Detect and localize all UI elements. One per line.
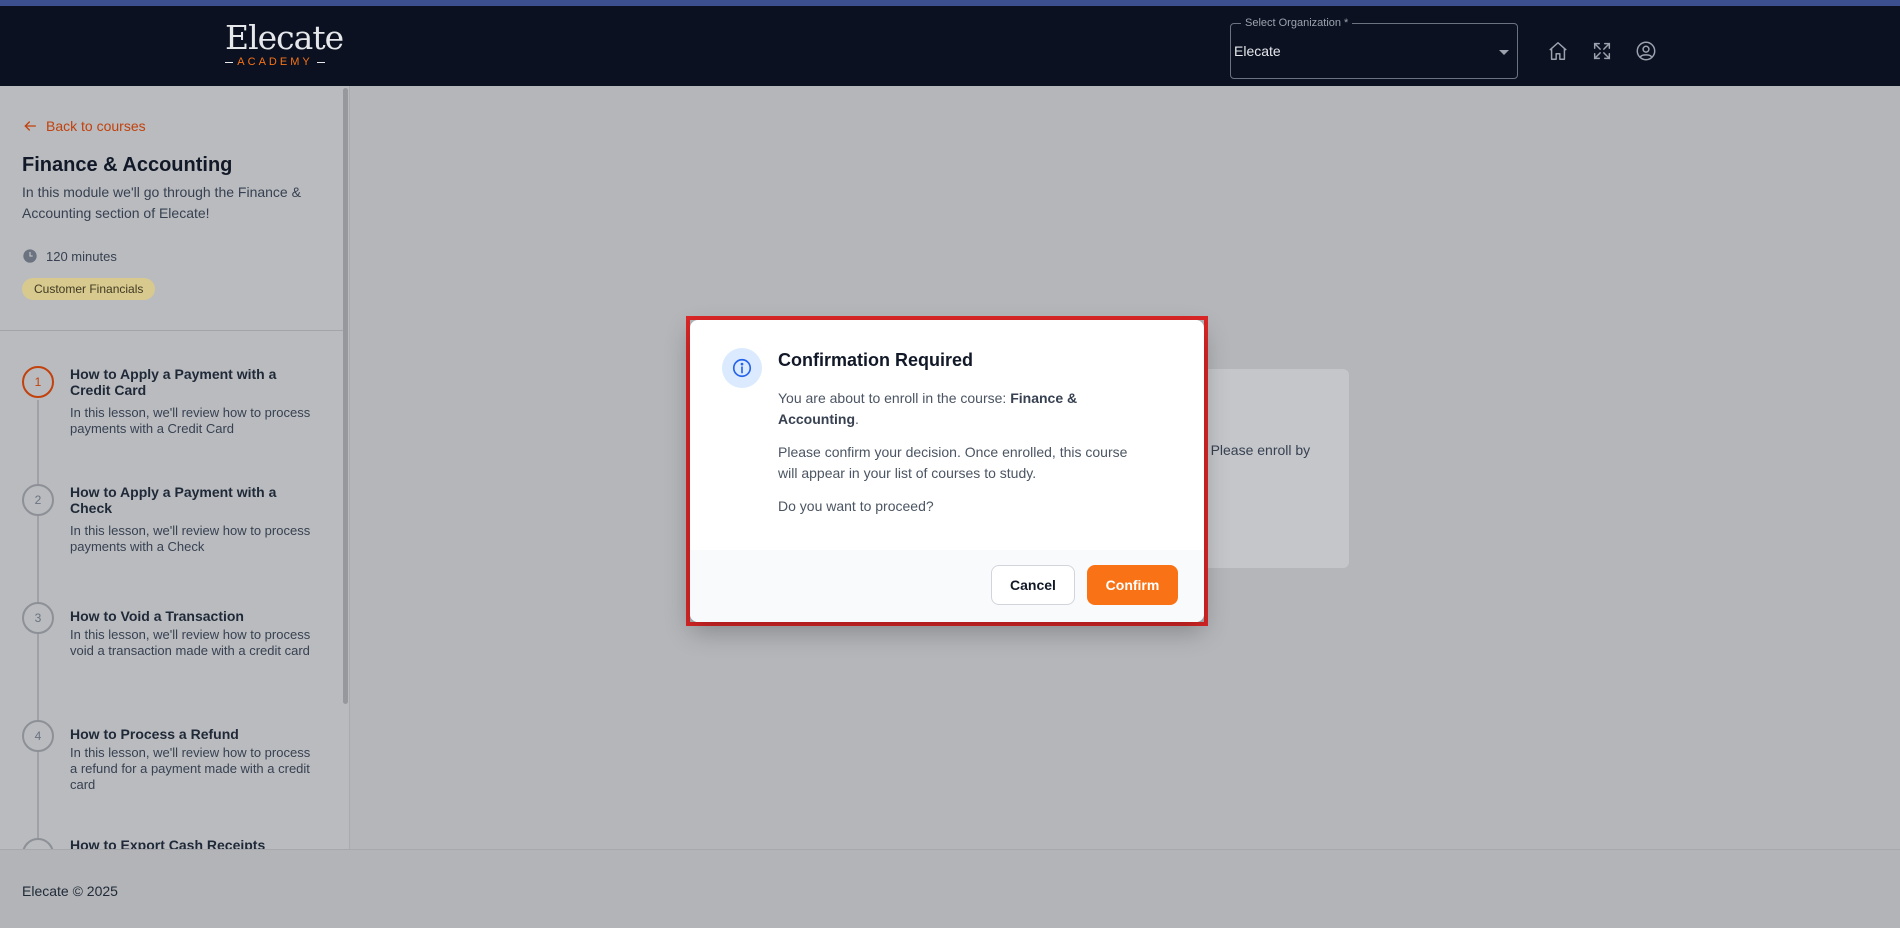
elecate-academy-logo[interactable]: Elecate ACADEMY — [225, 18, 344, 68]
duration-label: 120 minutes — [46, 248, 117, 264]
lesson-title: How to Apply a Payment with a Credit Car… — [70, 366, 277, 398]
course-info-card-text: e. Please enroll by — [1195, 442, 1311, 458]
arrow-left-icon — [24, 121, 36, 131]
home-icon[interactable] — [1546, 39, 1570, 63]
organization-select[interactable]: Select Organization * Elecate — [1230, 16, 1518, 79]
footer-copyright: Elecate © 2025 — [22, 883, 118, 899]
confirmation-dialog: Confirmation Required You are about to e… — [690, 320, 1204, 622]
app-header: Elecate ACADEMY Select Organization * El… — [0, 6, 1900, 86]
confirm-button[interactable]: Confirm — [1087, 565, 1178, 605]
dialog-confirm-message: Please confirm your decision. Once enrol… — [778, 444, 1128, 481]
back-link-label: Back to courses — [46, 118, 146, 134]
lesson-description: In this lesson, we'll review how to proc… — [70, 405, 311, 436]
lesson-title: How to Apply a Payment with a Check — [70, 484, 277, 516]
organization-select-value: Elecate — [1234, 43, 1281, 59]
lesson-number: 1 — [22, 366, 54, 398]
organization-select-label: Select Organization * — [1241, 16, 1353, 30]
category-tag: Customer Financials — [22, 278, 156, 300]
lesson-description: In this lesson, we'll review how to proc… — [70, 627, 311, 658]
cancel-button[interactable]: Cancel — [991, 565, 1075, 605]
logo-wordmark: Elecate — [225, 18, 344, 57]
lesson-title: How to Void a Transaction — [70, 608, 244, 624]
course-sidebar: Back to courses Finance & Accounting In … — [0, 86, 350, 849]
lesson-number: 2 — [22, 484, 54, 516]
dialog-footer: Cancel Confirm — [690, 550, 1204, 622]
dialog-title: Confirmation Required — [778, 350, 974, 370]
chevron-down-icon — [1499, 50, 1509, 55]
page-footer: Elecate © 2025 — [0, 849, 1900, 928]
lesson-description: In this lesson, we'll review how to proc… — [70, 523, 311, 554]
lesson-title: How to Process a Refund — [70, 726, 239, 742]
dialog-question: Do you want to proceed? — [778, 498, 934, 514]
lesson-description: In this lesson, we'll review how to proc… — [70, 745, 311, 792]
lesson-number: 4 — [22, 720, 54, 752]
course-description: In this module we'll go through the Fina… — [22, 184, 301, 221]
course-duration: 120 minutes — [22, 248, 117, 264]
back-to-courses-link[interactable]: Back to courses — [22, 118, 146, 134]
course-title: Finance & Accounting — [22, 154, 233, 176]
dialog-body: You are about to enroll in the course: F… — [778, 388, 1128, 529]
lesson-number: 3 — [22, 602, 54, 634]
sidebar-divider — [0, 330, 343, 331]
account-icon[interactable] — [1634, 39, 1658, 63]
sidebar-scrollbar[interactable] — [343, 88, 348, 704]
lesson-number: 5 — [22, 838, 54, 849]
lesson-title: How to Export Cash Receipts — [70, 837, 266, 849]
logo-subtitle: ACADEMY — [225, 56, 325, 68]
info-icon — [722, 348, 762, 388]
dialog-enroll-message: You are about to enroll in the course: F… — [778, 390, 1078, 427]
fullscreen-icon[interactable] — [1590, 39, 1614, 63]
clock-icon — [23, 249, 37, 263]
